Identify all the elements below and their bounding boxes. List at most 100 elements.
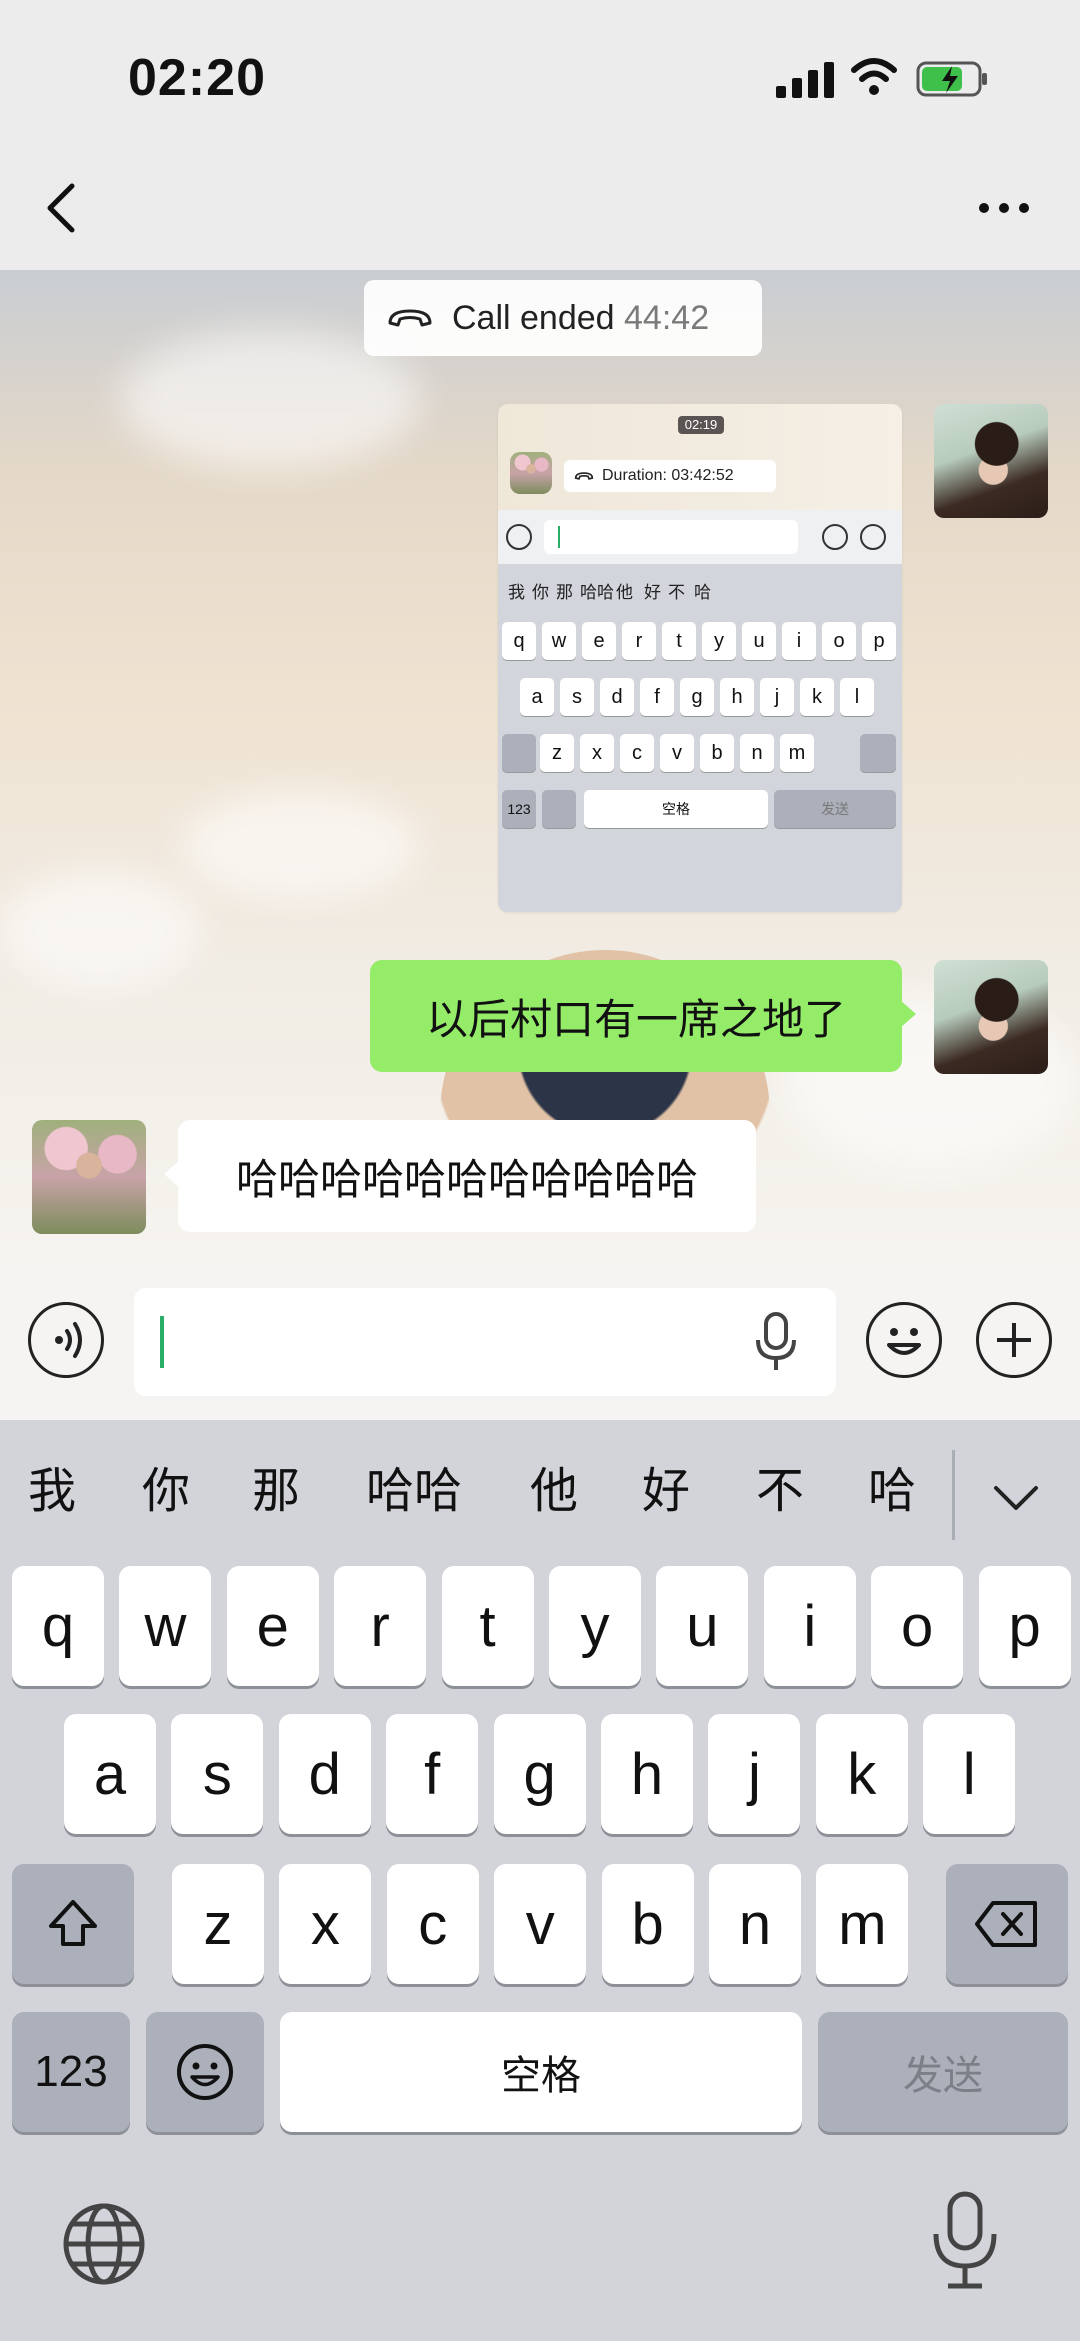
key-s[interactable]: s xyxy=(171,1714,264,1834)
image-key-t: t xyxy=(662,622,696,660)
call-ended-notice[interactable]: Call ended 44:42 xyxy=(364,280,762,356)
key-i[interactable]: i xyxy=(763,1566,856,1686)
image-key-l: l xyxy=(840,678,874,716)
image-emoji-key xyxy=(542,790,576,828)
key-g[interactable]: g xyxy=(493,1714,586,1834)
wifi-icon xyxy=(850,56,898,100)
key-c[interactable]: c xyxy=(386,1864,479,1984)
text-cursor xyxy=(160,1316,164,1368)
voice-input-button[interactable] xyxy=(28,1302,104,1378)
image-candidate: 不 xyxy=(668,583,685,602)
space-key[interactable]: 空格 xyxy=(280,2012,802,2132)
key-t[interactable]: t xyxy=(441,1566,534,1686)
more-actions-button[interactable] xyxy=(976,1302,1052,1378)
key-l[interactable]: l xyxy=(923,1714,1016,1834)
voice-wave-icon xyxy=(506,524,532,550)
candidate-word[interactable]: 哈 xyxy=(868,1462,916,1522)
shift-key[interactable] xyxy=(12,1864,134,1984)
key-j[interactable]: j xyxy=(708,1714,801,1834)
candidate-word[interactable]: 好 xyxy=(642,1462,690,1522)
image-key-x: x xyxy=(580,734,614,772)
key-u[interactable]: u xyxy=(656,1566,749,1686)
emoji-button[interactable] xyxy=(866,1302,942,1378)
image-cursor xyxy=(558,526,560,548)
key-m[interactable]: m xyxy=(816,1864,909,1984)
delete-key[interactable] xyxy=(946,1864,1068,1984)
message-text: 以后村口有一席之地了 xyxy=(425,995,846,1043)
key-y[interactable]: y xyxy=(549,1566,641,1686)
image-input-field xyxy=(544,520,798,554)
image-key-z: z xyxy=(540,734,574,772)
collapse-candidates-button[interactable] xyxy=(992,1478,1040,1518)
emoji-icon xyxy=(822,524,848,550)
dictation-button[interactable] xyxy=(920,2186,1010,2296)
back-button[interactable] xyxy=(42,180,82,236)
image-key-y: y xyxy=(702,622,736,660)
image-keyboard: 我你那哈哈他好不哈 q w e r t y u i o p a s d f g h j k l z x c v b n m 123 空格… xyxy=(498,564,902,912)
image-candidate: 他 xyxy=(616,583,633,602)
microphone-icon[interactable] xyxy=(754,1312,798,1374)
image-delete-key xyxy=(860,734,896,772)
chevron-left-icon xyxy=(47,183,75,233)
image-candidate: 我 xyxy=(508,583,525,602)
candidate-word[interactable]: 不 xyxy=(756,1462,804,1522)
image-candidate: 好 xyxy=(644,583,661,602)
ellipsis-icon xyxy=(979,203,1029,213)
message-bubble-sent[interactable]: 以后村口有一席之地了 xyxy=(370,960,916,1072)
key-v[interactable]: v xyxy=(494,1864,587,1984)
image-key-k: k xyxy=(800,678,834,716)
globe-button[interactable] xyxy=(54,2194,154,2294)
message-bubble-received[interactable]: 哈哈哈哈哈哈哈哈哈哈哈 xyxy=(164,1120,756,1232)
image-candidate: 哈 xyxy=(694,583,711,602)
image-key-f: f xyxy=(640,678,674,716)
emoji-icon xyxy=(177,2044,233,2100)
key-h[interactable]: h xyxy=(601,1714,693,1834)
image-key-n: n xyxy=(740,734,774,772)
key-k[interactable]: k xyxy=(815,1714,908,1834)
phone-hangup-icon xyxy=(388,309,432,327)
plus-circle-icon xyxy=(860,524,886,550)
key-p[interactable]: p xyxy=(978,1566,1071,1686)
message-input[interactable] xyxy=(134,1288,836,1396)
image-shift-key xyxy=(502,734,536,772)
image-key-w: w xyxy=(542,622,576,660)
key-n[interactable]: n xyxy=(709,1864,801,1984)
key-w[interactable]: w xyxy=(119,1566,212,1686)
image-send-key: 发送 xyxy=(774,790,896,828)
key-a[interactable]: a xyxy=(64,1714,156,1834)
avatar[interactable] xyxy=(934,960,1048,1074)
candidate-word[interactable]: 哈哈 xyxy=(366,1462,462,1522)
emoji-key[interactable] xyxy=(146,2012,264,2132)
candidate-word[interactable]: 他 xyxy=(530,1462,578,1522)
key-d[interactable]: d xyxy=(278,1714,371,1834)
call-label: Call ended xyxy=(452,298,615,337)
avatar[interactable] xyxy=(32,1120,146,1234)
signal-icon xyxy=(776,60,834,98)
more-button[interactable] xyxy=(976,200,1032,216)
key-z[interactable]: z xyxy=(172,1864,264,1984)
candidate-word[interactable]: 那 xyxy=(252,1462,300,1522)
avatar[interactable] xyxy=(934,404,1048,518)
candidate-word[interactable]: 你 xyxy=(142,1462,190,1522)
send-key[interactable]: 发送 xyxy=(818,2012,1068,2132)
key-r[interactable]: r xyxy=(334,1566,427,1686)
voice-wave-icon xyxy=(55,1322,82,1358)
image-key-v: v xyxy=(660,734,694,772)
key-f[interactable]: f xyxy=(386,1714,479,1834)
key-q[interactable]: q xyxy=(12,1566,104,1686)
image-key-c: c xyxy=(620,734,654,772)
candidate-divider xyxy=(952,1450,955,1540)
image-call-bubble: Duration: 03:42:52 xyxy=(564,460,776,492)
image-key-h: h xyxy=(720,678,754,716)
key-x[interactable]: x xyxy=(279,1864,372,1984)
status-time: 02:20 xyxy=(128,49,266,107)
candidate-word[interactable]: 我 xyxy=(28,1462,76,1522)
shift-arrow-icon xyxy=(49,1900,97,1946)
image-key-b: b xyxy=(700,734,734,772)
key-e[interactable]: e xyxy=(226,1566,319,1686)
image-key-g: g xyxy=(680,678,714,716)
image-message[interactable]: 02:19 Duration: 03:42:52 我你那哈哈他好不哈 q w e r t y… xyxy=(498,404,902,912)
numbers-key[interactable]: 123 xyxy=(12,2012,130,2132)
key-b[interactable]: b xyxy=(601,1864,694,1984)
key-o[interactable]: o xyxy=(871,1566,964,1686)
